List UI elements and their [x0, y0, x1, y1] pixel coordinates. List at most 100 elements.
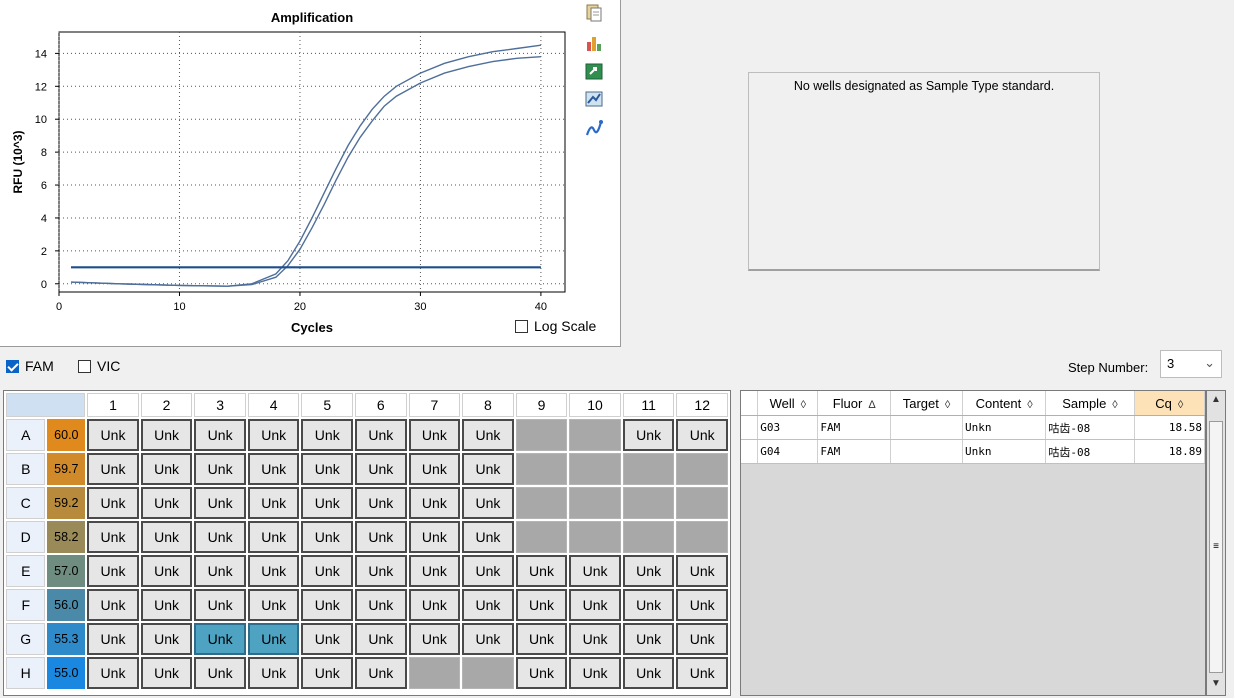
- plate-well[interactable]: Unk: [408, 521, 461, 553]
- plate-row-header[interactable]: C: [6, 487, 46, 519]
- plate-column-header[interactable]: 6: [355, 393, 407, 417]
- plate-well[interactable]: Unk: [194, 487, 246, 519]
- plate-well[interactable]: Unk: [194, 555, 246, 587]
- plate-well[interactable]: Unk: [140, 521, 193, 553]
- plate-well[interactable]: Unk: [87, 419, 139, 451]
- trace-icon[interactable]: [584, 119, 604, 139]
- plate-well[interactable]: Unk: [87, 453, 139, 485]
- row-grip[interactable]: [741, 439, 759, 464]
- plate-well[interactable]: Unk: [569, 555, 621, 587]
- plate-well[interactable]: [569, 487, 621, 519]
- plate-well[interactable]: [462, 657, 514, 689]
- plate-well[interactable]: Unk: [194, 657, 246, 689]
- print-icon[interactable]: [584, 89, 604, 109]
- row-grip[interactable]: [741, 415, 759, 440]
- plate-well[interactable]: Unk: [462, 623, 514, 655]
- plate-well[interactable]: Unk: [676, 589, 728, 621]
- plate-well[interactable]: [569, 453, 621, 485]
- plate-well[interactable]: Unk: [87, 623, 139, 655]
- plate-well[interactable]: Unk: [247, 555, 300, 587]
- plate-well[interactable]: Unk: [247, 657, 300, 689]
- plate-well[interactable]: Unk: [515, 555, 568, 587]
- plate-well[interactable]: Unk: [194, 453, 246, 485]
- results-column-header[interactable]: Cq ◊: [1134, 391, 1206, 416]
- plate-well[interactable]: Unk: [462, 487, 514, 519]
- plate-well[interactable]: Unk: [462, 521, 514, 553]
- plate-well[interactable]: Unk: [87, 589, 139, 621]
- plate-well[interactable]: [408, 657, 461, 689]
- plate-well[interactable]: [676, 521, 728, 553]
- sort-icon[interactable]: ◊: [1027, 399, 1032, 411]
- plate-well[interactable]: Unk: [355, 521, 407, 553]
- plate-well[interactable]: [676, 487, 728, 519]
- plate-well[interactable]: [515, 521, 568, 553]
- plate-well[interactable]: Unk: [408, 623, 461, 655]
- plate-well[interactable]: [622, 453, 675, 485]
- export-icon[interactable]: [584, 61, 604, 81]
- plate-well[interactable]: Unk: [355, 487, 407, 519]
- plate-well[interactable]: Unk: [408, 419, 461, 451]
- chart-settings-icon[interactable]: [584, 33, 604, 53]
- plate-well[interactable]: [515, 419, 568, 451]
- plate-well[interactable]: [515, 453, 568, 485]
- plate-well[interactable]: Unk: [194, 623, 246, 655]
- plate-well[interactable]: [676, 453, 728, 485]
- sort-icon[interactable]: ◊: [801, 399, 806, 411]
- plate-well[interactable]: Unk: [355, 419, 407, 451]
- plate-column-header[interactable]: 4: [247, 393, 300, 417]
- plate-well[interactable]: Unk: [569, 589, 621, 621]
- plate-well[interactable]: Unk: [247, 521, 300, 553]
- plate-row-header[interactable]: B: [6, 453, 46, 485]
- plate-well[interactable]: Unk: [355, 589, 407, 621]
- plate-well[interactable]: Unk: [301, 521, 354, 553]
- plate-column-header[interactable]: 7: [408, 393, 461, 417]
- plate-well[interactable]: [622, 487, 675, 519]
- fluor-toggle-vic[interactable]: VIC: [78, 358, 120, 374]
- plate-well[interactable]: Unk: [194, 589, 246, 621]
- plate-well[interactable]: [515, 487, 568, 519]
- log-scale-checkbox[interactable]: [515, 319, 528, 333]
- plate-corner[interactable]: [6, 393, 86, 417]
- sort-icon[interactable]: ◊: [945, 399, 950, 411]
- plate-well[interactable]: Unk: [408, 487, 461, 519]
- plate-well[interactable]: Unk: [676, 419, 728, 451]
- plate-well[interactable]: Unk: [140, 487, 193, 519]
- plate-column-header[interactable]: 3: [194, 393, 246, 417]
- plate-well[interactable]: Unk: [622, 419, 675, 451]
- plate-well[interactable]: Unk: [301, 589, 354, 621]
- scroll-down-icon[interactable]: ▼: [1208, 676, 1224, 692]
- plate-well[interactable]: Unk: [676, 657, 728, 689]
- plate-well[interactable]: [569, 419, 621, 451]
- plate-row-header[interactable]: G: [6, 623, 46, 655]
- step-number-select[interactable]: 3 ⌄: [1160, 350, 1222, 378]
- plate-well[interactable]: Unk: [301, 453, 354, 485]
- plate-well[interactable]: Unk: [87, 555, 139, 587]
- plate-well[interactable]: [569, 521, 621, 553]
- plate-row-header[interactable]: H: [6, 657, 46, 689]
- plate-well[interactable]: Unk: [87, 521, 139, 553]
- table-row[interactable]: G03 FAM Unkn 咕齿-08 18.58: [741, 415, 1206, 440]
- fam-checkbox[interactable]: [6, 359, 19, 373]
- plate-well[interactable]: Unk: [301, 657, 354, 689]
- results-column-header[interactable]: Fluor Δ: [817, 391, 892, 416]
- plate-well[interactable]: Unk: [301, 487, 354, 519]
- results-column-header[interactable]: Well ◊: [757, 391, 819, 416]
- plate-column-header[interactable]: 5: [301, 393, 354, 417]
- plate-well[interactable]: Unk: [194, 419, 246, 451]
- plate-well[interactable]: Unk: [622, 589, 675, 621]
- plate-column-header[interactable]: 10: [569, 393, 621, 417]
- plate-row-header[interactable]: A: [6, 419, 46, 451]
- copy-icon[interactable]: [584, 3, 604, 23]
- plate-well[interactable]: Unk: [247, 589, 300, 621]
- fluor-toggle-fam[interactable]: FAM: [6, 358, 54, 374]
- plate-well[interactable]: Unk: [247, 487, 300, 519]
- results-column-header[interactable]: Sample ◊: [1045, 391, 1135, 416]
- plate-well[interactable]: Unk: [355, 623, 407, 655]
- plate-well[interactable]: Unk: [301, 623, 354, 655]
- plate-well[interactable]: Unk: [462, 419, 514, 451]
- plate-well[interactable]: Unk: [515, 657, 568, 689]
- plate-well[interactable]: Unk: [140, 623, 193, 655]
- plate-well[interactable]: Unk: [622, 657, 675, 689]
- plate-well[interactable]: Unk: [247, 453, 300, 485]
- sort-icon[interactable]: Δ: [868, 399, 875, 411]
